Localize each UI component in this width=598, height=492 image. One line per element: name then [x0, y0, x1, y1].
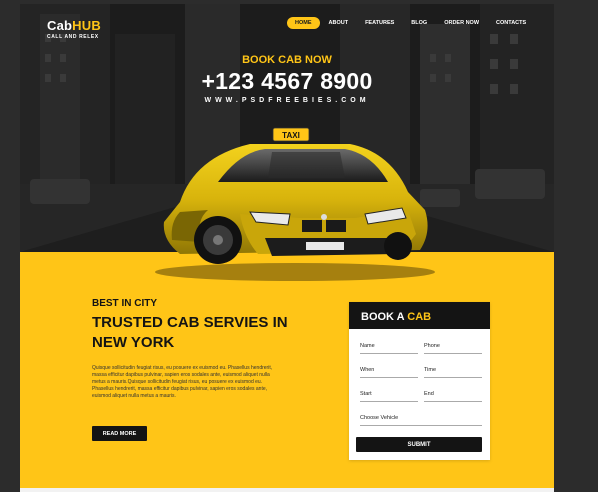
phone-field[interactable]: Phone	[424, 343, 482, 354]
about-section: BEST IN CITY TRUSTED CAB SERVIES IN NEW …	[92, 298, 292, 400]
choose-vehicle-select[interactable]: Choose Vehicle	[360, 415, 482, 426]
submit-button[interactable]: SUBMIT	[356, 437, 482, 452]
nav-item-home[interactable]: HOME	[287, 17, 320, 29]
time-field[interactable]: Time	[424, 367, 482, 378]
logo-brand-a: Cab	[47, 18, 73, 33]
start-field[interactable]: Start	[360, 391, 418, 402]
footer-strip	[20, 488, 554, 492]
logo-brand-b: HUB	[72, 18, 101, 33]
logo[interactable]: CabHUB CALL AND RELEX	[47, 18, 101, 40]
about-title: TRUSTED CAB SERVIES IN NEW YORK	[92, 314, 288, 351]
logo-wordmark: CabHUB	[47, 18, 101, 33]
when-field[interactable]: When	[360, 367, 418, 378]
booking-title-b: CAB	[407, 311, 432, 323]
hero-phone-number[interactable]: +123 4567 8900	[20, 68, 554, 95]
hero-book-label: BOOK CAB NOW	[242, 54, 332, 66]
nav-item-features[interactable]: FEATURES	[357, 17, 402, 29]
main-nav: HOME ABOUT FEATURES BLOG ORDER NOW CONTA…	[287, 17, 535, 29]
taxi-car-image: TAXI	[155, 127, 435, 281]
booking-form-title: BOOK A CAB	[349, 302, 490, 329]
about-kicker: BEST IN CITY	[92, 298, 158, 309]
page: CabHUB CALL AND RELEX HOME ABOUT FEATURE…	[20, 4, 554, 492]
nav-item-contacts[interactable]: CONTACTS	[488, 17, 534, 29]
name-field[interactable]: Name	[360, 343, 418, 354]
taxi-sign-text: TAXI	[282, 131, 300, 140]
end-field[interactable]: End	[424, 391, 482, 402]
booking-title-a: BOOK A	[361, 311, 405, 323]
booking-form: BOOK A CAB Name Phone When Time Start En…	[349, 302, 490, 460]
nav-item-about[interactable]: ABOUT	[321, 17, 357, 29]
logo-tagline: CALL AND RELEX	[47, 34, 99, 40]
about-text: Quisque sollicitudin feugiat risus, eu p…	[92, 365, 273, 399]
hero-website[interactable]: WWW.PSDFREEBIES.COM	[20, 97, 554, 104]
nav-item-order-now[interactable]: ORDER NOW	[436, 17, 487, 29]
nav-item-blog[interactable]: BLOG	[403, 17, 435, 29]
read-more-button[interactable]: READ MORE	[92, 426, 147, 441]
